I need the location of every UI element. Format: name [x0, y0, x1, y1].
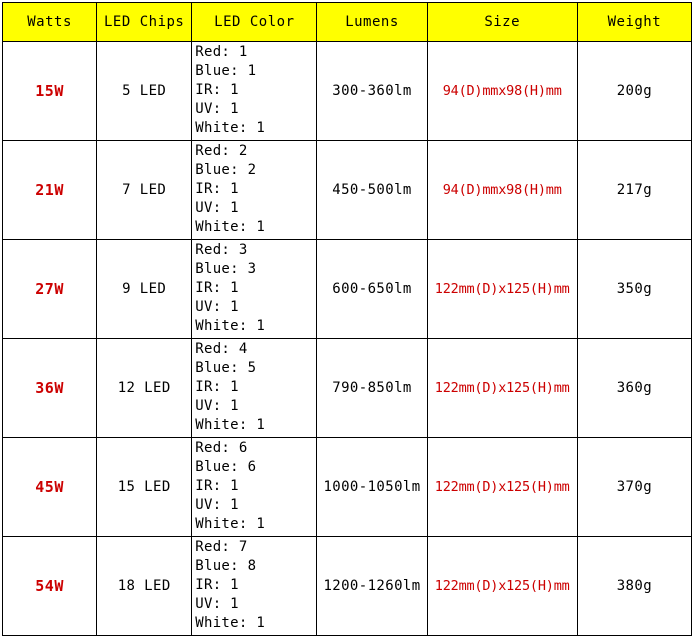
- color-line: IR: 1: [195, 280, 239, 296]
- color-line: White: 1: [195, 615, 266, 631]
- cell-chips: 18 LED: [96, 536, 193, 636]
- color-line: White: 1: [195, 318, 266, 334]
- cell-chips: 5 LED: [96, 41, 193, 141]
- color-line: UV: 1: [195, 200, 239, 216]
- header-row: Watts LED Chips LED Color Lumens Size We…: [1, 2, 693, 42]
- cell-lumens: 300-360lm: [316, 41, 428, 141]
- cell-lumens: 1200-1260lm: [316, 536, 428, 636]
- color-line: Red: 4: [195, 341, 248, 357]
- color-line: Red: 2: [195, 143, 248, 159]
- color-line: UV: 1: [195, 299, 239, 315]
- color-line: Red: 3: [195, 242, 248, 258]
- cell-size: 122mm(D)x125(H)mm: [426, 338, 578, 438]
- cell-color: Red: 4 Blue: 5 IR: 1 UV: 1 White: 1: [191, 338, 318, 438]
- table-row: 45W 15 LED Red: 6 Blue: 6 IR: 1 UV: 1 White: 1…: [1, 437, 693, 537]
- cell-lumens: 450-500lm: [316, 140, 428, 240]
- color-line: UV: 1: [195, 398, 239, 414]
- cell-size: 94(D)mmx98(H)mm: [426, 140, 578, 240]
- table-body: 15W 5 LED Red: 1 Blue: 1 IR: 1 UV: 1 White: 13…: [1, 41, 693, 636]
- color-line: Red: 7: [195, 539, 248, 555]
- cell-color: Red: 7 Blue: 8 IR: 1 UV: 1 White: 1: [191, 536, 318, 636]
- cell-size: 94(D)mmx98(H)mm: [426, 41, 578, 141]
- column-header-chips: LED Chips: [96, 2, 193, 42]
- color-line: White: 1: [195, 516, 266, 532]
- column-header-weight: Weight: [576, 2, 693, 42]
- cell-color: Red: 6 Blue: 6 IR: 1 UV: 1 White: 1: [191, 437, 318, 537]
- cell-lumens: 1000-1050lm: [316, 437, 428, 537]
- cell-color: Red: 1 Blue: 1 IR: 1 UV: 1 White: 1: [191, 41, 318, 141]
- cell-weight: 200g: [576, 41, 693, 141]
- table-row: 54W 18 LED Red: 7 Blue: 8 IR: 1 UV: 1 White: 1…: [1, 536, 693, 636]
- cell-size: 122mm(D)x125(H)mm: [426, 239, 578, 339]
- color-line: Blue: 8: [195, 558, 257, 574]
- cell-chips: 7 LED: [96, 140, 193, 240]
- column-header-lumens: Lumens: [316, 2, 428, 42]
- color-line: UV: 1: [195, 596, 239, 612]
- color-line: IR: 1: [195, 379, 239, 395]
- color-line: UV: 1: [195, 497, 239, 513]
- cell-size: 122mm(D)x125(H)mm: [426, 437, 578, 537]
- table-row: 15W 5 LED Red: 1 Blue: 1 IR: 1 UV: 1 White: 1 3…: [1, 41, 693, 141]
- color-line: Blue: 1: [195, 63, 257, 79]
- cell-chips: 9 LED: [96, 239, 193, 339]
- color-line: IR: 1: [195, 181, 239, 197]
- led-specifications-table: Watts LED Chips LED Color Lumens Size We…: [1, 2, 693, 636]
- cell-watts: 21W: [1, 140, 98, 240]
- cell-weight: 370g: [576, 437, 693, 537]
- table-row: 27W 9 LED Red: 3 Blue: 3 IR: 1 UV: 1 White: 1 6…: [1, 239, 693, 339]
- color-line: Blue: 6: [195, 459, 257, 475]
- color-line: Blue: 5: [195, 360, 257, 376]
- cell-weight: 360g: [576, 338, 693, 438]
- color-line: Blue: 2: [195, 162, 257, 178]
- color-line: Blue: 3: [195, 261, 257, 277]
- color-line: White: 1: [195, 120, 266, 136]
- cell-weight: 350g: [576, 239, 693, 339]
- cell-size: 122mm(D)x125(H)mm: [426, 536, 578, 636]
- cell-chips: 12 LED: [96, 338, 193, 438]
- color-line: Red: 6: [195, 440, 248, 456]
- color-line: IR: 1: [195, 577, 239, 593]
- color-line: IR: 1: [195, 82, 239, 98]
- column-header-size: Size: [426, 2, 578, 42]
- color-line: UV: 1: [195, 101, 239, 117]
- cell-lumens: 790-850lm: [316, 338, 428, 438]
- cell-watts: 54W: [1, 536, 98, 636]
- cell-watts: 36W: [1, 338, 98, 438]
- cell-chips: 15 LED: [96, 437, 193, 537]
- table-row: 36W 12 LED Red: 4 Blue: 5 IR: 1 UV: 1 White: 1…: [1, 338, 693, 438]
- color-line: IR: 1: [195, 478, 239, 494]
- cell-weight: 380g: [576, 536, 693, 636]
- color-line: White: 1: [195, 417, 266, 433]
- table-row: 21W 7 LED Red: 2 Blue: 2 IR: 1 UV: 1 White: 1 4…: [1, 140, 693, 240]
- cell-watts: 45W: [1, 437, 98, 537]
- cell-color: Red: 2 Blue: 2 IR: 1 UV: 1 White: 1: [191, 140, 318, 240]
- cell-watts: 15W: [1, 41, 98, 141]
- cell-color: Red: 3 Blue: 3 IR: 1 UV: 1 White: 1: [191, 239, 318, 339]
- cell-weight: 217g: [576, 140, 693, 240]
- cell-lumens: 600-650lm: [316, 239, 428, 339]
- cell-watts: 27W: [1, 239, 98, 339]
- column-header-color: LED Color: [191, 2, 318, 42]
- color-line: White: 1: [195, 219, 266, 235]
- column-header-watts: Watts: [1, 2, 98, 42]
- color-line: Red: 1: [195, 44, 248, 60]
- table-header: Watts LED Chips LED Color Lumens Size We…: [1, 2, 693, 42]
